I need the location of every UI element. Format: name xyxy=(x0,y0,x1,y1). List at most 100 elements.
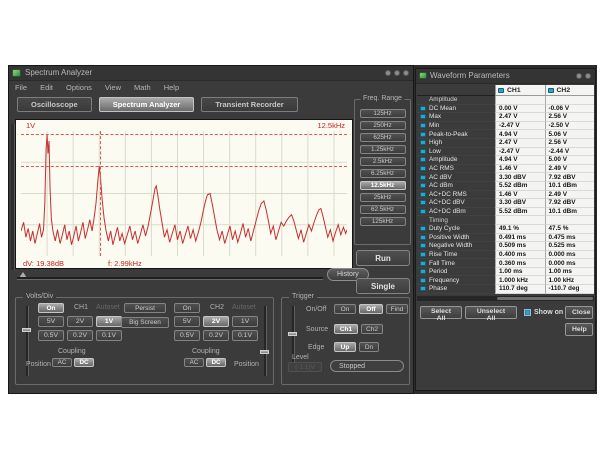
trigger-source-ch1-button[interactable]: Ch1 xyxy=(334,324,358,334)
parameter-label-cell[interactable]: Positive Width xyxy=(417,234,495,243)
parameter-row[interactable]: Amplitude xyxy=(417,96,594,105)
menu-item[interactable]: View xyxy=(105,83,121,92)
parameter-label-cell[interactable]: Phase xyxy=(417,285,495,294)
parameter-row[interactable]: Positive Width 0.491 ms 0.475 ms xyxy=(417,234,594,243)
ch1-volts-button[interactable]: 0.2V xyxy=(67,330,93,341)
ch1-volts-button[interactable]: 0.1V xyxy=(96,330,122,341)
parameter-label-cell[interactable]: Duty Cycle xyxy=(417,225,495,234)
header-ch1[interactable]: CH1 xyxy=(495,85,545,96)
ch2-volts-button[interactable]: 0.1V xyxy=(232,330,258,341)
parameter-label-cell[interactable]: Amplitude xyxy=(417,156,495,165)
menu-item[interactable]: File xyxy=(15,83,27,92)
parameter-row[interactable]: Min -2.47 V -2.50 V xyxy=(417,122,594,131)
ch1-ac-button[interactable]: AC xyxy=(52,358,72,367)
ch2-volts-button[interactable]: 0.2V xyxy=(203,330,229,341)
parameter-row[interactable]: AC+DC dBm 5.52 dBm 10.1 dBm xyxy=(417,208,594,217)
parameter-label-cell[interactable]: Low xyxy=(417,148,495,157)
parameter-checked-icon[interactable] xyxy=(420,261,426,266)
parameter-label-cell[interactable]: AC+DC dBV xyxy=(417,199,495,208)
ch1-dc-button[interactable]: DC xyxy=(74,358,94,367)
slider-track[interactable] xyxy=(17,277,323,280)
parameter-checked-icon[interactable] xyxy=(420,114,426,119)
parameter-checked-icon[interactable] xyxy=(420,278,426,283)
parameter-row[interactable]: Fall Time 0.360 ms 0.000 ms xyxy=(417,259,594,268)
ch2-volts-button[interactable]: 1V xyxy=(232,316,258,327)
trigger-on-button[interactable]: On xyxy=(334,304,356,314)
parameter-label-cell[interactable]: DC Mean xyxy=(417,105,495,114)
ch1-on-button[interactable]: On xyxy=(38,303,64,313)
params-close-icon[interactable] xyxy=(585,73,591,79)
parameter-label-cell[interactable]: Min xyxy=(417,122,495,131)
close-icon[interactable] xyxy=(403,70,409,76)
help-button[interactable]: Help xyxy=(565,323,593,336)
parameter-row[interactable]: AC dBV 3.30 dBV 7.92 dBV xyxy=(417,173,594,182)
params-title-bar[interactable]: Waveform Parameters xyxy=(416,69,595,84)
trigger-edge-up-button[interactable]: Up xyxy=(334,342,356,352)
big-screen-button[interactable]: Big Screen xyxy=(121,317,169,328)
ch2-ac-button[interactable]: AC xyxy=(184,358,204,367)
ch1-volts-button[interactable]: 2V xyxy=(67,316,93,327)
trigger-edge-dn-button[interactable]: Dn xyxy=(359,342,379,352)
ch2-volts-button[interactable]: 2V xyxy=(203,316,229,327)
instrument-tab[interactable]: Oscilloscope xyxy=(17,97,92,112)
ch1-volts-button[interactable]: 0.5V xyxy=(38,330,64,341)
parameter-row[interactable]: Amplitude 4.94 V 5.00 V xyxy=(417,156,594,165)
parameter-label-cell[interactable]: Timing xyxy=(417,216,495,225)
parameter-label-cell[interactable]: Amplitude xyxy=(417,96,495,105)
parameter-row[interactable]: Low -2.47 V -2.44 V xyxy=(417,148,594,157)
menu-item[interactable]: Math xyxy=(134,83,151,92)
run-button[interactable]: Run xyxy=(356,250,410,266)
ch2-position-slider[interactable] xyxy=(260,306,269,376)
parameter-checked-icon[interactable] xyxy=(420,269,426,274)
ch1-volts-button[interactable]: 5V xyxy=(38,316,64,327)
parameter-row[interactable]: Period 1.00 ms 1.00 ms xyxy=(417,268,594,277)
parameter-row[interactable]: AC RMS 1.46 V 2.49 V xyxy=(417,165,594,174)
menu-item[interactable]: Options xyxy=(66,83,92,92)
parameter-checked-icon[interactable] xyxy=(420,192,426,197)
single-button[interactable]: Single xyxy=(356,278,410,294)
parameter-checked-icon[interactable] xyxy=(420,226,426,231)
parameter-row[interactable]: AC+DC RMS 1.46 V 2.49 V xyxy=(417,191,594,200)
parameter-checked-icon[interactable] xyxy=(420,286,426,291)
ch1-volts-button[interactable]: 1V xyxy=(96,316,122,327)
parameter-label-cell[interactable]: AC dBV xyxy=(417,173,495,182)
freq-option-button[interactable]: 2.5kHz xyxy=(360,157,406,167)
parameter-label-cell[interactable]: Fall Time xyxy=(417,259,495,268)
parameter-checked-icon[interactable] xyxy=(420,157,426,162)
freq-option-button[interactable]: 125kHz xyxy=(360,217,406,227)
close-button[interactable]: Close xyxy=(565,306,593,319)
parameter-checked-icon[interactable] xyxy=(420,166,426,171)
trigger-off-button[interactable]: Off xyxy=(359,304,383,314)
parameter-row[interactable]: Rise Time 0.400 ms 0.000 ms xyxy=(417,251,594,260)
parameter-row[interactable]: AC+DC dBV 3.30 dBV 7.92 dBV xyxy=(417,199,594,208)
parameter-row[interactable]: Duty Cycle 49.1 % 47.5 % xyxy=(417,225,594,234)
parameter-label-cell[interactable]: AC+DC RMS xyxy=(417,191,495,200)
parameter-row[interactable]: DC Mean 0.00 V -0.06 V xyxy=(417,105,594,114)
ch2-volts-button[interactable]: 0.5V xyxy=(174,330,200,341)
marker-line-reference[interactable] xyxy=(21,134,347,135)
parameter-checked-icon[interactable] xyxy=(420,243,426,248)
parameter-checked-icon[interactable] xyxy=(420,106,426,111)
parameter-checked-icon[interactable] xyxy=(420,235,426,240)
ch1-position-handle[interactable] xyxy=(22,328,31,332)
select-all-button[interactable]: Select All xyxy=(420,306,462,319)
marker-line-cursor[interactable] xyxy=(21,166,347,167)
parameter-label-cell[interactable]: AC+DC dBm xyxy=(417,208,495,217)
main-title-bar[interactable]: Spectrum Analyzer xyxy=(9,66,413,81)
parameter-checked-icon[interactable] xyxy=(420,140,426,145)
parameter-checked-icon[interactable] xyxy=(420,149,426,154)
trigger-find-button[interactable]: Find xyxy=(386,304,408,314)
ch2-position-handle[interactable] xyxy=(260,350,269,354)
parameter-label-cell[interactable]: Max xyxy=(417,113,495,122)
parameter-label-cell[interactable]: Period xyxy=(417,268,495,277)
freq-option-button[interactable]: 12.5kHz xyxy=(360,181,406,191)
trigger-level-handle[interactable] xyxy=(288,332,297,336)
instrument-tab[interactable]: Spectrum Analyzer xyxy=(99,97,195,112)
ch2-autoset-button[interactable]: Autoset xyxy=(232,304,256,311)
freq-option-button[interactable]: 1.25kHz xyxy=(360,145,406,155)
parameter-checked-icon[interactable] xyxy=(420,209,426,214)
freq-option-button[interactable]: 625Hz xyxy=(360,133,406,143)
parameter-label-cell[interactable]: Rise Time xyxy=(417,251,495,260)
show-on-screen-checkbox[interactable] xyxy=(524,309,531,316)
minimize-icon[interactable] xyxy=(385,70,391,76)
